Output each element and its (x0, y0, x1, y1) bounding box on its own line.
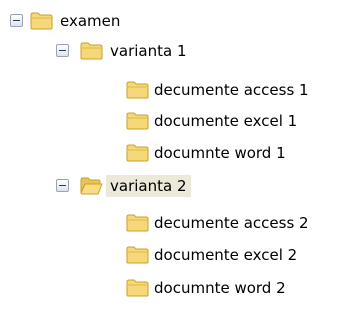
open-folder-icon (80, 176, 103, 195)
tree-node-label[interactable]: examen (56, 10, 124, 32)
tree-node-varianta-1[interactable]: varianta 1 (0, 38, 250, 64)
tree-node-label[interactable]: varianta 1 (106, 40, 191, 62)
tree-node-label-selected[interactable]: varianta 2 (106, 175, 191, 197)
tree-node-documente-excel-1[interactable]: documente excel 1 (0, 108, 354, 134)
folder-icon (126, 80, 149, 99)
tree-node-label[interactable]: documnte word 2 (150, 277, 290, 299)
tree-node-label[interactable]: documente excel 1 (150, 110, 301, 132)
folder-icon (126, 111, 149, 130)
tree-node-documnte-word-2[interactable]: documnte word 2 (0, 275, 354, 301)
collapse-varianta-2-button[interactable] (56, 179, 69, 192)
tree-node-label[interactable]: documente excel 2 (150, 244, 301, 266)
folder-icon (30, 11, 53, 30)
folder-icon (126, 213, 149, 232)
folder-icon (126, 143, 149, 162)
tree-node-decumente-access-1[interactable]: decumente access 1 (0, 77, 354, 103)
tree-node-documente-excel-2[interactable]: documente excel 2 (0, 242, 354, 268)
collapse-varianta-1-button[interactable] (56, 44, 69, 57)
tree-node-varianta-2[interactable]: varianta 2 (0, 173, 250, 199)
folder-icon (126, 245, 149, 264)
folder-tree: examen varianta 1 decumente access 1 doc… (0, 0, 354, 309)
tree-node-label[interactable]: decumente access 1 (150, 79, 313, 101)
tree-node-label[interactable]: documnte word 1 (150, 142, 290, 164)
folder-icon (126, 278, 149, 297)
folder-icon (80, 41, 103, 60)
tree-node-label[interactable]: decumente access 2 (150, 212, 313, 234)
tree-node-decumente-access-2[interactable]: decumente access 2 (0, 210, 354, 236)
collapse-examen-button[interactable] (10, 14, 23, 27)
tree-node-documnte-word-1[interactable]: documnte word 1 (0, 140, 354, 166)
tree-node-examen[interactable]: examen (0, 8, 200, 34)
